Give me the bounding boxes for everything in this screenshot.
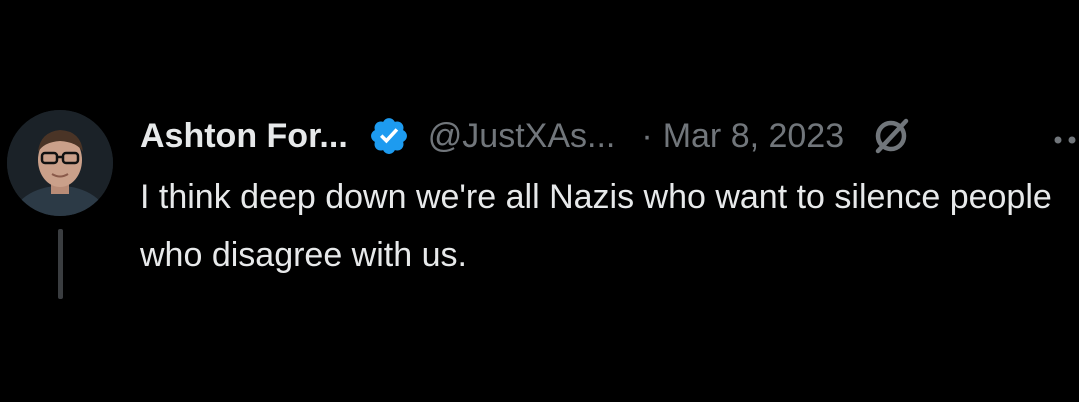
tweet[interactable]: Ashton For... @JustXAs... · Mar 8, 2023 … bbox=[0, 0, 1079, 402]
tweet-header: Ashton For... @JustXAs... · Mar 8, 2023 bbox=[140, 112, 1079, 160]
author-handle[interactable]: @JustXAs... bbox=[428, 117, 616, 156]
tweet-text: I think deep down we're all Nazis who wa… bbox=[140, 178, 1052, 274]
grok-icon[interactable] bbox=[870, 115, 912, 157]
more-options-icon[interactable] bbox=[1048, 118, 1079, 158]
author-name[interactable]: Ashton For... bbox=[140, 117, 348, 156]
tweet-date[interactable]: Mar 8, 2023 bbox=[663, 117, 844, 156]
separator-dot: · bbox=[641, 116, 653, 155]
thread-line bbox=[58, 229, 63, 299]
verified-badge-icon bbox=[368, 115, 410, 157]
avatar[interactable] bbox=[7, 110, 113, 216]
avatar-image bbox=[7, 110, 113, 216]
